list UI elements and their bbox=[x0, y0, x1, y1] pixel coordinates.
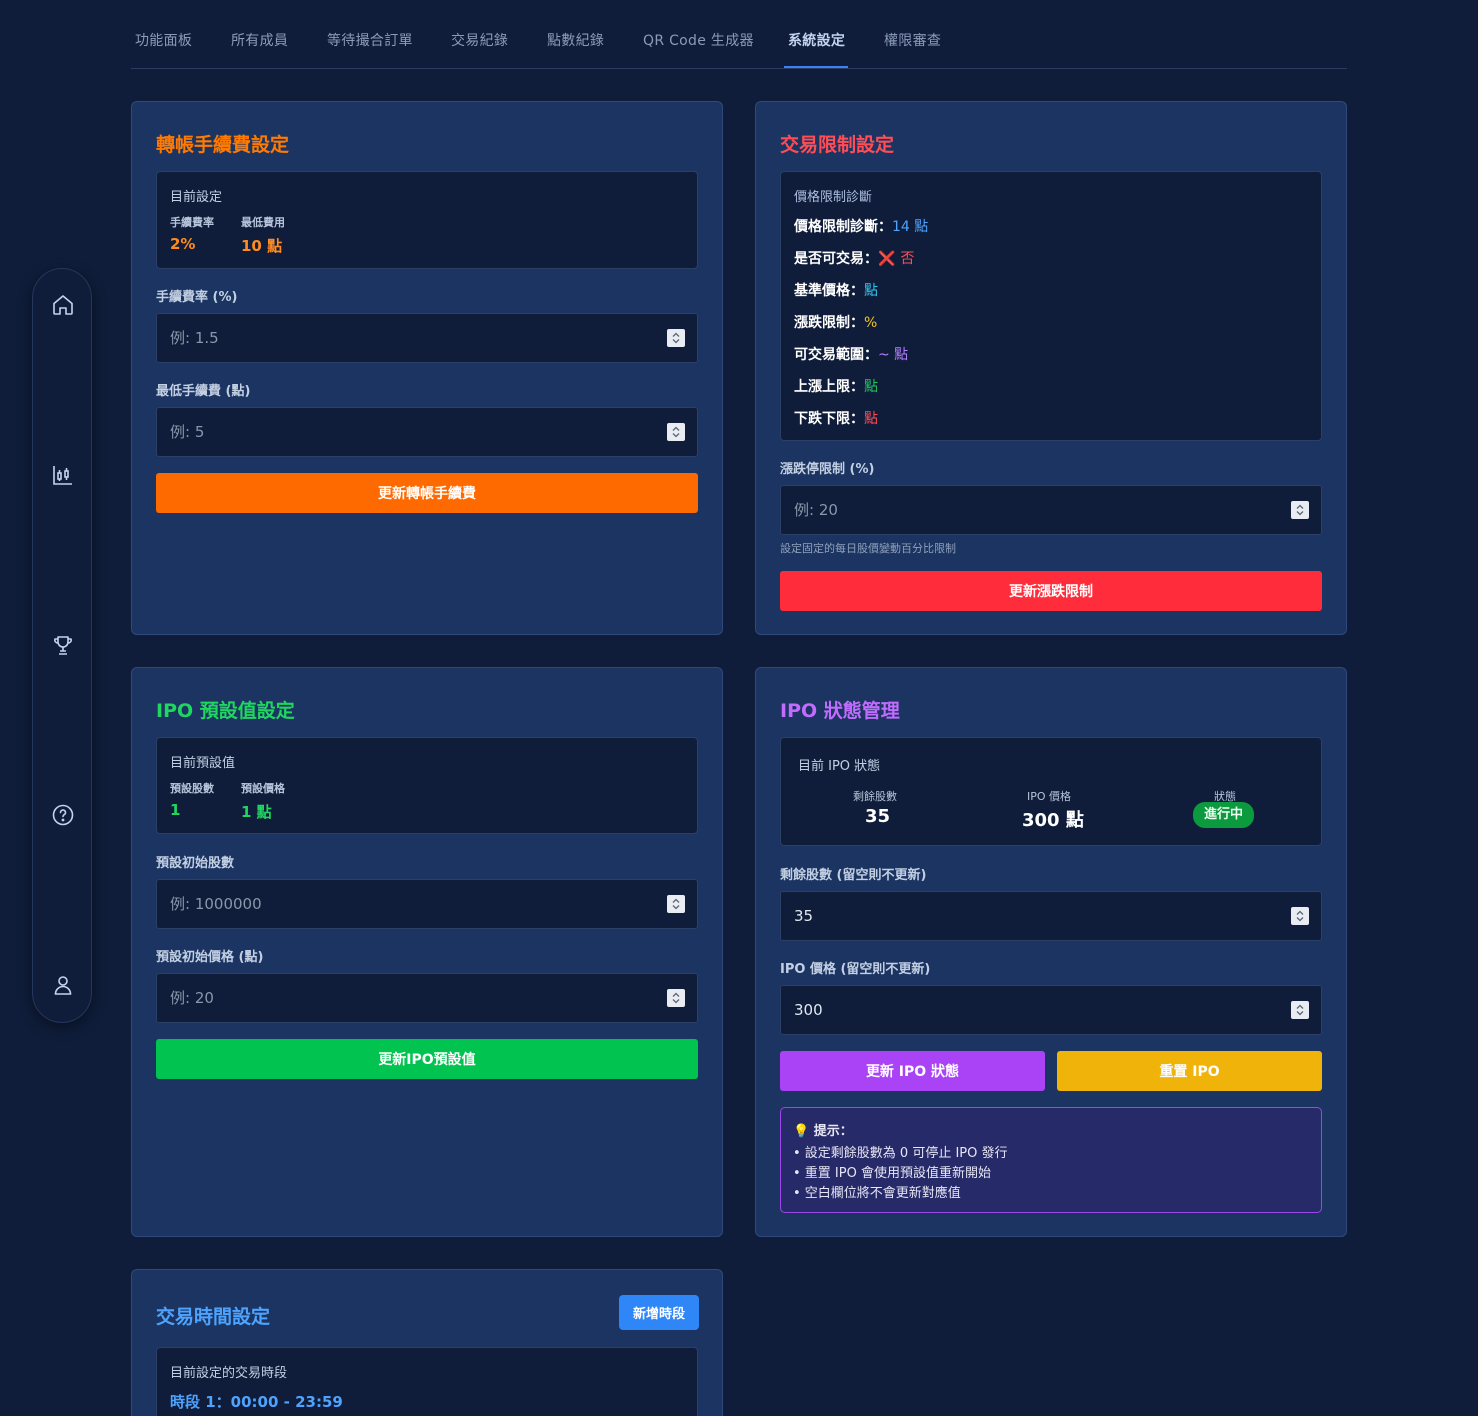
rate-value: 2% bbox=[170, 235, 196, 253]
card-title: IPO 狀態管理 bbox=[780, 700, 900, 722]
tab-permission-review[interactable]: 權限審查 bbox=[884, 30, 941, 50]
diag-row: 是否可交易：❌ 否 bbox=[794, 251, 915, 267]
active-tab-indicator bbox=[784, 66, 848, 68]
ipo-price-input[interactable] bbox=[780, 985, 1322, 1035]
diag-row: 可交易範圍：~ 點 bbox=[794, 347, 909, 363]
add-time-slot-button[interactable]: 新增時段 bbox=[619, 1295, 699, 1330]
card-title: 交易限制設定 bbox=[780, 134, 895, 156]
default-price-label: 預設價格 bbox=[241, 782, 285, 795]
panel-label: 目前設定的交易時段 bbox=[170, 1366, 288, 1381]
update-ipo-status-button[interactable]: 更新 IPO 狀態 bbox=[780, 1051, 1045, 1091]
diag-row: 價格限制診斷：14 點 bbox=[794, 219, 929, 235]
hint-title: 💡 提示： bbox=[793, 1124, 853, 1139]
diag-row: 漲跌限制：% bbox=[794, 315, 878, 331]
panel-label: 目前設定 bbox=[170, 190, 223, 205]
default-price-value: 1 點 bbox=[241, 803, 272, 821]
card-title: 轉帳手續費設定 bbox=[156, 134, 290, 156]
fee-rate-input[interactable] bbox=[156, 313, 698, 363]
help-icon[interactable] bbox=[51, 803, 75, 827]
ipo-defaults-card: IPO 預設值設定 目前預設值 預設股數 預設價格 1 1 點 預設初始股數 預… bbox=[131, 667, 723, 1237]
rate-field-label: 手續費率 (%) bbox=[156, 290, 238, 305]
time-slot: 時段 1：00:00 - 23:59 bbox=[170, 1393, 343, 1411]
ipo-price-value: 300 點 bbox=[1022, 810, 1084, 831]
fee-settings-card: 轉帳手續費設定 目前設定 手續費率 最低費用 2% 10 點 手續費率 (%) … bbox=[131, 101, 723, 635]
current-ipo-status-panel: 目前 IPO 狀態 剩餘股數 IPO 價格 狀態 35 300 點 進行中 bbox=[780, 737, 1322, 846]
tab-all-members[interactable]: 所有成員 bbox=[231, 30, 288, 50]
tab-point-records[interactable]: 點數紀錄 bbox=[547, 30, 604, 50]
home-icon[interactable] bbox=[51, 293, 75, 317]
hint-box: 💡 提示： • 設定剩餘股數為 0 可停止 IPO 發行 • 重置 IPO 會使… bbox=[780, 1107, 1322, 1213]
price-limit-input[interactable] bbox=[780, 485, 1322, 535]
trophy-icon[interactable] bbox=[51, 633, 75, 657]
hint-line: • 設定剩餘股數為 0 可停止 IPO 發行 bbox=[793, 1146, 1008, 1161]
user-icon[interactable] bbox=[51, 973, 75, 997]
min-fee-field-label: 最低手續費 (點) bbox=[156, 384, 251, 399]
stepper-icon[interactable] bbox=[667, 989, 685, 1007]
diag-row: 下跌下限：點 bbox=[794, 411, 878, 427]
update-fee-button[interactable]: 更新轉帳手續費 bbox=[156, 473, 698, 513]
diag-row: 上漲上限：點 bbox=[794, 379, 878, 395]
default-shares-value: 1 bbox=[170, 801, 181, 819]
hint-line: • 重置 IPO 會使用預設值重新開始 bbox=[793, 1166, 991, 1181]
remaining-shares-label: 剩餘股數 bbox=[853, 790, 897, 803]
ipo-price-field-label: IPO 價格 (留空則不更新) bbox=[780, 962, 931, 977]
default-price-input[interactable] bbox=[156, 973, 698, 1023]
stepper-icon[interactable] bbox=[1291, 907, 1309, 925]
stepper-icon[interactable] bbox=[667, 895, 685, 913]
current-fee-panel: 目前設定 手續費率 最低費用 2% 10 點 bbox=[156, 171, 698, 269]
status-badge: 進行中 bbox=[1193, 802, 1255, 828]
card-title: IPO 預設值設定 bbox=[156, 700, 295, 722]
default-shares-input[interactable] bbox=[156, 879, 698, 929]
tab-system-settings[interactable]: 系統設定 bbox=[788, 30, 845, 50]
update-limit-button[interactable]: 更新漲跌限制 bbox=[780, 571, 1322, 611]
stepper-icon[interactable] bbox=[667, 329, 685, 347]
hint-line: • 空白欄位將不會更新對應值 bbox=[793, 1186, 961, 1201]
ipo-price-label: IPO 價格 bbox=[1027, 790, 1072, 803]
tab-trade-records[interactable]: 交易紀錄 bbox=[451, 30, 508, 50]
ipo-status-card: IPO 狀態管理 目前 IPO 狀態 剩餘股數 IPO 價格 狀態 35 300… bbox=[755, 667, 1347, 1237]
price-field-label: 預設初始價格 (點) bbox=[156, 950, 264, 965]
price-limit-diagnosis-panel: 價格限制診斷 價格限制診斷：14 點 是否可交易：❌ 否 基準價格：點 漲跌限制… bbox=[780, 171, 1322, 441]
min-fee-value: 10 點 bbox=[241, 237, 283, 255]
chart-icon[interactable] bbox=[51, 463, 75, 487]
default-shares-label: 預設股數 bbox=[170, 782, 214, 795]
card-title: 交易時間設定 bbox=[156, 1306, 271, 1328]
trade-limit-card: 交易限制設定 價格限制診斷 價格限制診斷：14 點 是否可交易：❌ 否 基準價格… bbox=[755, 101, 1347, 635]
rate-label: 手續費率 bbox=[170, 216, 214, 229]
tab-qrcode-generator[interactable]: QR Code 生成器 bbox=[643, 30, 754, 50]
remaining-shares-value: 35 bbox=[865, 806, 891, 827]
stepper-icon[interactable] bbox=[1291, 1001, 1309, 1019]
stepper-icon[interactable] bbox=[667, 423, 685, 441]
update-ipo-defaults-button[interactable]: 更新IPO預設值 bbox=[156, 1039, 698, 1079]
reset-ipo-button[interactable]: 重置 IPO bbox=[1057, 1051, 1322, 1091]
stepper-icon[interactable] bbox=[1291, 501, 1309, 519]
current-defaults-panel: 目前預設值 預設股數 預設價格 1 1 點 bbox=[156, 737, 698, 834]
min-fee-input[interactable] bbox=[156, 407, 698, 457]
trading-time-card: 交易時間設定 新增時段 目前設定的交易時段 時段 1：00:00 - 23:59 bbox=[131, 1269, 723, 1416]
sidebar bbox=[32, 268, 92, 1023]
tab-pending-orders[interactable]: 等待撮合訂單 bbox=[327, 30, 413, 50]
panel-label: 目前 IPO 狀態 bbox=[798, 759, 881, 774]
cross-icon: ❌ bbox=[878, 251, 896, 267]
helper-text: 設定固定的每日股價變動百分比限制 bbox=[780, 542, 956, 555]
min-fee-label: 最低費用 bbox=[241, 216, 285, 229]
remaining-shares-input[interactable] bbox=[780, 891, 1322, 941]
remaining-field-label: 剩餘股數 (留空則不更新) bbox=[780, 868, 927, 883]
lightbulb-icon: 💡 bbox=[793, 1124, 810, 1139]
top-nav: 功能面板 所有成員 等待撮合訂單 交易紀錄 點數紀錄 QR Code 生成器 系… bbox=[131, 0, 1347, 69]
shares-field-label: 預設初始股數 bbox=[156, 856, 235, 871]
current-slots-panel: 目前設定的交易時段 時段 1：00:00 - 23:59 bbox=[156, 1347, 698, 1416]
panel-label: 目前預設值 bbox=[170, 756, 236, 771]
limit-field-label: 漲跌停限制 (%) bbox=[780, 462, 875, 477]
panel-label: 價格限制診斷 bbox=[794, 190, 873, 205]
tab-dashboard[interactable]: 功能面板 bbox=[135, 30, 192, 50]
diag-row: 基準價格：點 bbox=[794, 283, 878, 299]
